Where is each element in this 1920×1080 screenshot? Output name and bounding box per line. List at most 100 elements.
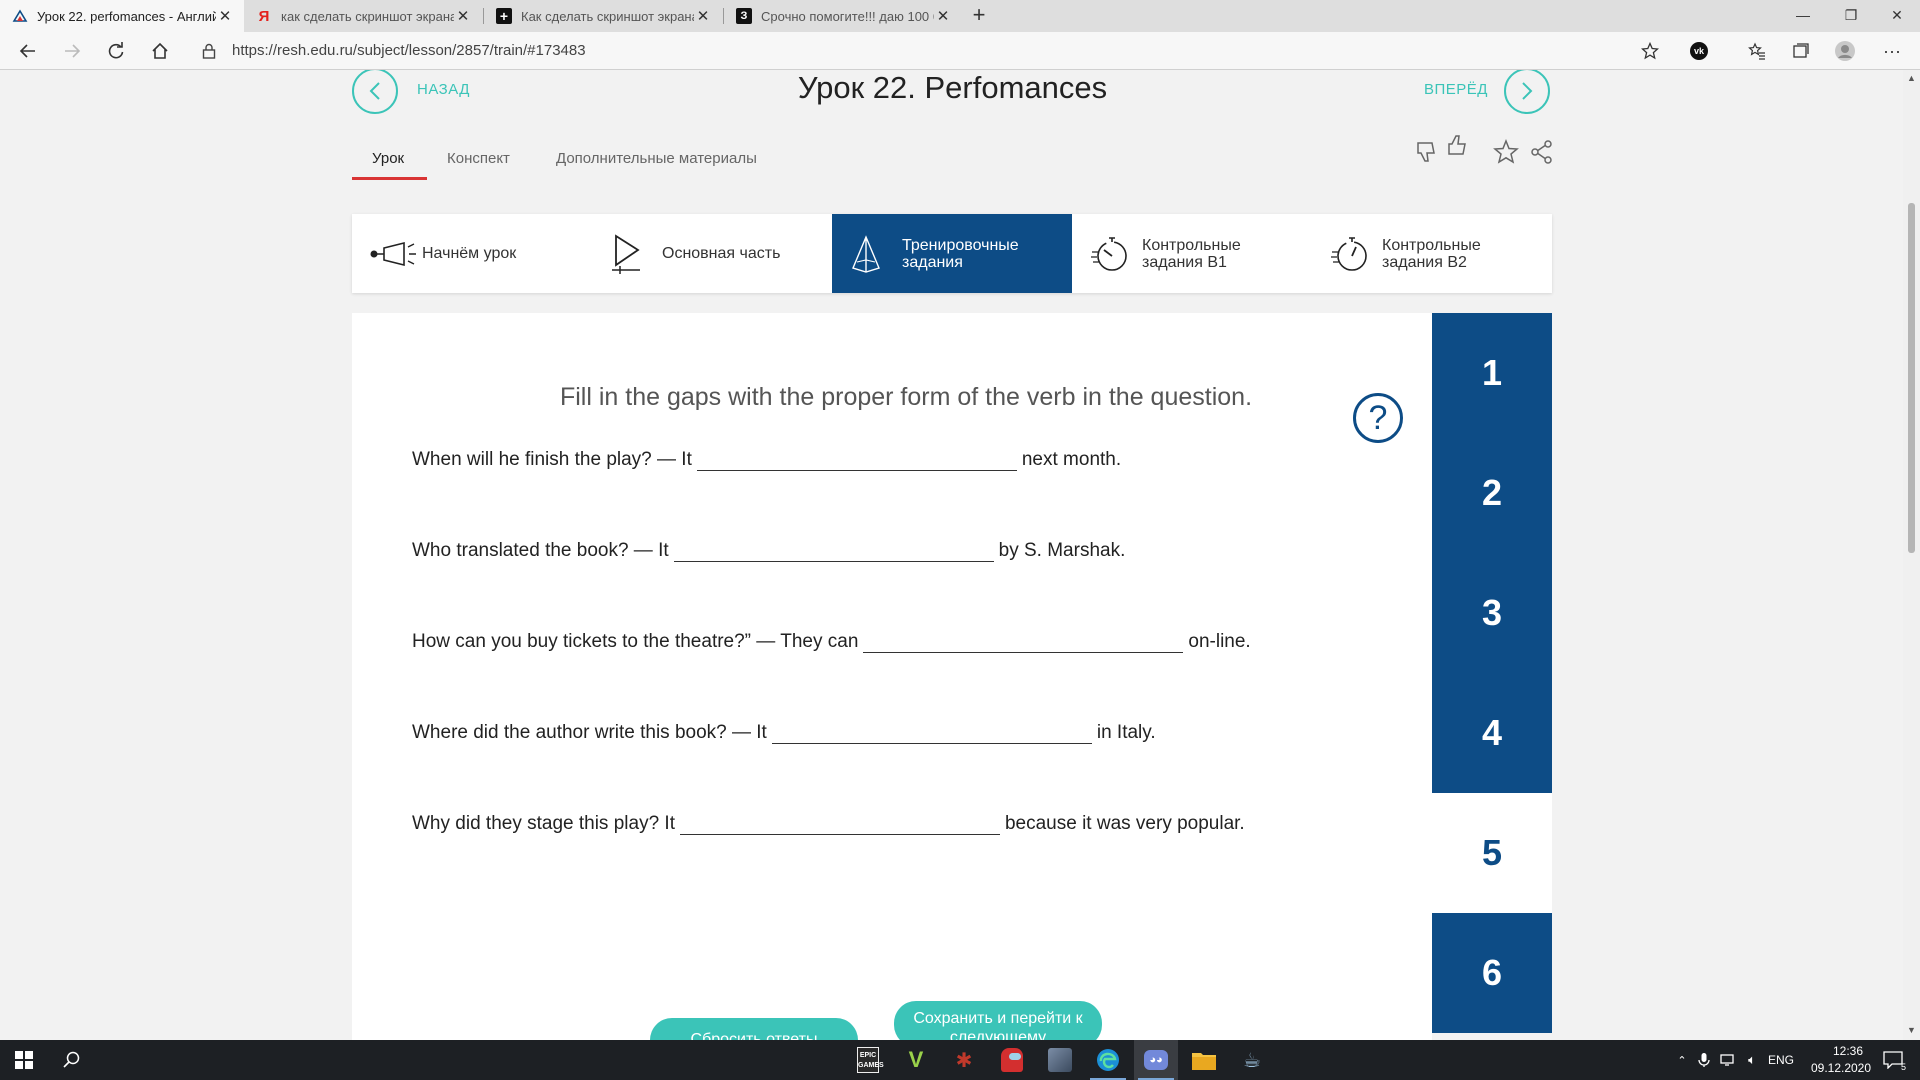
stopwatch-icon	[1090, 232, 1142, 276]
question-number-4[interactable]: 4	[1432, 673, 1552, 793]
reset-answers-button[interactable]: Сбросить ответы	[650, 1018, 858, 1040]
more-menu-icon[interactable]: ···	[1879, 38, 1905, 64]
help-icon[interactable]: ?	[1353, 393, 1403, 443]
notifications-icon[interactable]: 5	[1878, 1040, 1908, 1080]
question-number-6[interactable]: 6	[1432, 913, 1552, 1033]
forward-label[interactable]: ВПЕРЁД	[1424, 81, 1488, 98]
step-control-b2[interactable]: Контрольные задания В2	[1312, 214, 1552, 293]
microphone-icon[interactable]	[1694, 1040, 1714, 1080]
question-number-1[interactable]: 1	[1432, 313, 1552, 433]
question-text: When will he finish the play? — It	[412, 449, 692, 470]
refresh-icon[interactable]	[102, 37, 130, 65]
minimize-icon[interactable]: —	[1780, 0, 1826, 32]
close-tab-icon[interactable]: ✕	[934, 7, 952, 25]
yandex-icon: Я	[258, 7, 270, 25]
forward-lesson-button[interactable]	[1504, 70, 1550, 114]
task-instruction: Fill in the gaps with the proper form of…	[559, 383, 1253, 411]
favorite-star-icon[interactable]	[1637, 38, 1663, 64]
lock-icon[interactable]	[202, 43, 216, 59]
active-tab-underline	[352, 177, 427, 180]
back-label[interactable]: НАЗАД	[417, 81, 470, 98]
page-scrollbar[interactable]: ▲ ▼	[1903, 70, 1920, 1040]
new-tab-button[interactable]: +	[968, 0, 990, 32]
clock-date[interactable]: 09.12.2020	[1806, 1061, 1876, 1075]
java-app-icon[interactable]: ☕	[1230, 1040, 1274, 1080]
question-tail: in Italy.	[1096, 722, 1156, 743]
tab-extra-materials[interactable]: Дополнительные материалы	[556, 150, 757, 167]
question-tail: on-line.	[1188, 631, 1251, 652]
answer-gap-input[interactable]	[679, 813, 1000, 835]
scroll-up-icon[interactable]: ▲	[1907, 73, 1916, 83]
step-start-lesson[interactable]: Начнём урок	[352, 214, 592, 293]
clock-time[interactable]: 12:36	[1820, 1044, 1876, 1058]
gta-game-icon[interactable]: V	[894, 1040, 938, 1080]
address-bar-url[interactable]: https://resh.edu.ru/subject/lesson/2857/…	[232, 42, 586, 59]
forward-arrow-icon[interactable]	[58, 37, 86, 65]
vk-extension-icon[interactable]: vk	[1686, 38, 1712, 64]
close-window-icon[interactable]: ✕	[1874, 0, 1920, 32]
question-number-3[interactable]: 3	[1432, 553, 1552, 673]
file-explorer-icon[interactable]	[1182, 1040, 1226, 1080]
share-icon[interactable]	[1527, 137, 1557, 167]
bookmark-star-icon[interactable]	[1491, 137, 1521, 167]
question-number-5[interactable]: 5	[1432, 793, 1552, 913]
favorites-list-icon[interactable]	[1744, 38, 1770, 64]
megaphone-icon	[370, 232, 422, 276]
collections-icon[interactable]	[1788, 38, 1814, 64]
pyramid-icon	[850, 232, 902, 276]
step-training-tasks[interactable]: Тренировочные задания	[832, 214, 1072, 293]
volume-icon[interactable]: 🔈︎	[1742, 1040, 1762, 1080]
browser-tab[interactable]: З Срочно помогите!!! даю 100 ба ✕	[724, 0, 962, 32]
tab-lesson[interactable]: Урок	[372, 150, 404, 167]
question-text: How can you buy tickets to the theatre?”…	[412, 631, 859, 652]
language-indicator[interactable]: ENG	[1768, 1053, 1794, 1067]
browser-tab[interactable]: + Как сделать скриншот экрана н ✕	[484, 0, 722, 32]
scrollbar-thumb[interactable]	[1908, 203, 1915, 553]
question-tail: because it was very popular.	[1004, 813, 1245, 834]
browser-tab[interactable]: Урок 22. perfomances - Англий ✕	[0, 0, 244, 32]
profile-avatar-icon[interactable]	[1832, 38, 1858, 64]
close-tab-icon[interactable]: ✕	[694, 7, 712, 25]
question-number-2[interactable]: 2	[1432, 433, 1552, 553]
question-row: Where did the author write this book? — …	[412, 722, 1156, 744]
browser-tab[interactable]: Я как сделать скриншот экрана н ✕	[244, 0, 482, 32]
browser-toolbar: https://resh.edu.ru/subject/lesson/2857/…	[0, 32, 1920, 70]
game-launcher-icon[interactable]	[1038, 1040, 1082, 1080]
znanija-icon: З	[736, 8, 752, 24]
edge-browser-icon[interactable]	[1086, 1040, 1130, 1080]
network-icon[interactable]	[1718, 1040, 1738, 1080]
discord-app-icon[interactable]: ◕◕	[1134, 1040, 1178, 1080]
answer-gap-input[interactable]	[696, 449, 1017, 471]
answer-gap-input[interactable]	[863, 631, 1184, 653]
search-icon[interactable]	[48, 1040, 96, 1080]
question-tail: by S. Marshak.	[998, 540, 1126, 561]
epic-games-icon[interactable]: EPIC GAMES	[846, 1040, 890, 1080]
dislike-icon[interactable]	[1412, 137, 1442, 167]
page-title: Урок 22. Perfomances	[797, 70, 1108, 105]
close-tab-icon[interactable]: ✕	[216, 7, 234, 25]
close-tab-icon[interactable]: ✕	[454, 7, 472, 25]
back-lesson-button[interactable]	[352, 70, 398, 114]
play-icon	[610, 232, 662, 276]
step-main-part[interactable]: Основная часть	[592, 214, 832, 293]
stopwatch-icon	[1330, 232, 1382, 276]
among-us-icon[interactable]	[990, 1040, 1034, 1080]
home-icon[interactable]	[146, 37, 174, 65]
question-text: Where did the author write this book? — …	[412, 722, 767, 743]
step-control-b1[interactable]: Контрольные задания В1	[1072, 214, 1312, 293]
answer-gap-input[interactable]	[771, 722, 1092, 744]
scroll-down-icon[interactable]: ▼	[1907, 1025, 1916, 1035]
notification-count: 5	[1900, 1062, 1906, 1072]
save-next-button[interactable]: Сохранить и перейти к следующему	[894, 1001, 1102, 1040]
game-app-icon[interactable]: ✱	[942, 1040, 986, 1080]
answer-gap-input[interactable]	[673, 540, 994, 562]
show-hidden-icons[interactable]: ⌃	[1672, 1040, 1692, 1080]
question-row: Why did they stage this play? It because…	[412, 813, 1245, 835]
task-card: Fill in the gaps with the proper form of…	[352, 313, 1432, 1040]
restore-icon[interactable]: ❐	[1828, 0, 1874, 32]
back-arrow-icon[interactable]	[14, 37, 42, 65]
browser-tab-bar: Урок 22. perfomances - Англий ✕ Я как сд…	[0, 0, 1920, 32]
like-icon[interactable]	[1443, 130, 1473, 160]
tab-summary[interactable]: Конспект	[447, 150, 510, 167]
windows-start-icon[interactable]	[0, 1040, 48, 1080]
